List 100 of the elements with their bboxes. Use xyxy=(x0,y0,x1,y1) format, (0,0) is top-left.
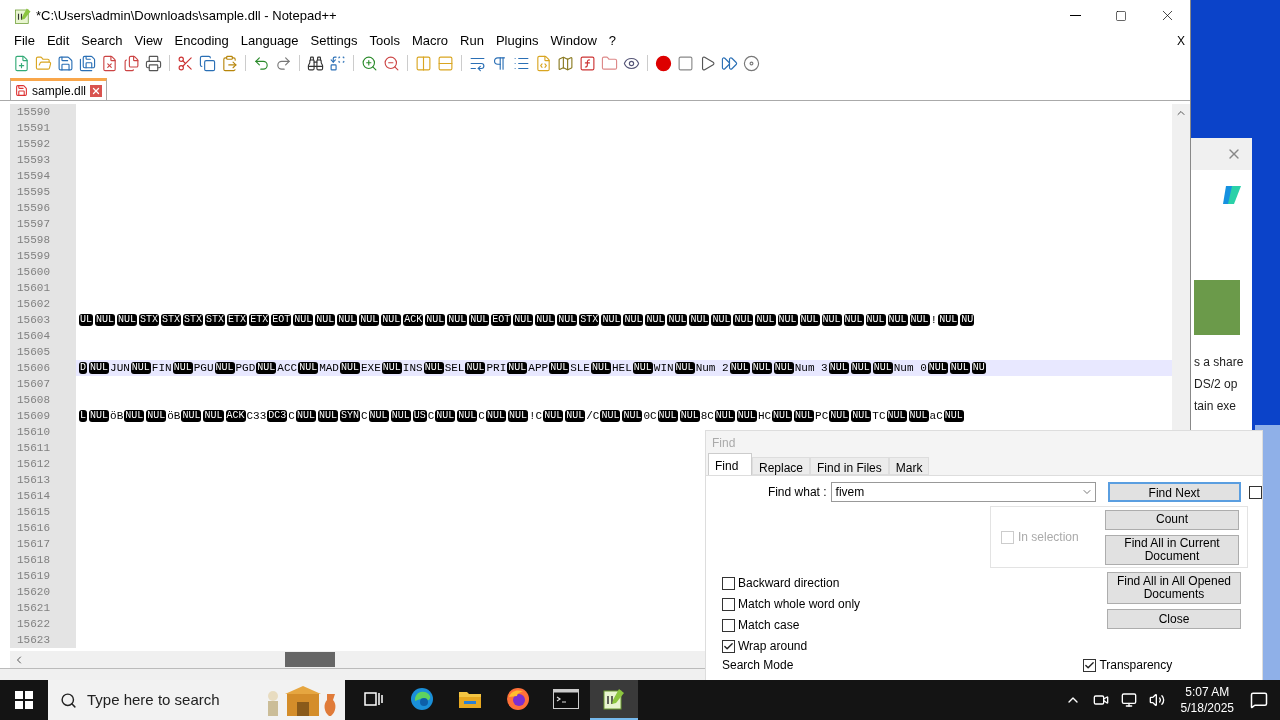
control-character: NUL xyxy=(368,410,389,422)
printer-icon[interactable] xyxy=(145,54,162,72)
line-number: 15622 xyxy=(10,616,76,632)
menu-item[interactable]: Run xyxy=(454,31,490,51)
control-character: EOT xyxy=(491,314,512,326)
clock[interactable]: 5:07 AM 5/18/2025 xyxy=(1176,684,1238,716)
control-character: NUL xyxy=(507,362,528,374)
control-character: NUL xyxy=(829,410,850,422)
map-icon[interactable] xyxy=(557,54,574,72)
notification-icon[interactable] xyxy=(1250,691,1268,709)
dialog-button[interactable]: Find All in Current Document xyxy=(1105,534,1239,565)
menu-item[interactable]: Plugins xyxy=(489,31,545,51)
control-character: NUL xyxy=(565,410,586,422)
play-icon[interactable] xyxy=(699,54,716,72)
record-icon[interactable] xyxy=(655,54,672,72)
copy-icon[interactable] xyxy=(199,54,216,72)
menu-item[interactable]: Encoding xyxy=(168,31,235,51)
assistant-icon[interactable] xyxy=(1220,183,1244,207)
find-next-button[interactable]: Find Next xyxy=(1107,482,1241,502)
replace-icon[interactable] xyxy=(329,54,346,72)
menu-item[interactable]: File xyxy=(8,31,41,51)
code-text: INS xyxy=(402,360,423,376)
checkbox[interactable] xyxy=(1083,658,1097,672)
menu-item[interactable]: Settings xyxy=(304,31,364,51)
menu-item[interactable]: View xyxy=(128,31,169,51)
code-text: PGU xyxy=(193,360,214,376)
control-character: ETX xyxy=(227,314,248,326)
network-icon[interactable] xyxy=(1120,692,1137,708)
browser-icon xyxy=(410,687,434,711)
function-icon[interactable] xyxy=(579,54,596,72)
code-text: C xyxy=(288,408,295,424)
dialog-tab[interactable]: Find in Files xyxy=(810,457,889,475)
control-character: NUL xyxy=(927,362,948,374)
zoom-out-icon[interactable] xyxy=(383,54,400,72)
close-tab-icon[interactable] xyxy=(90,84,103,97)
undo-icon[interactable] xyxy=(253,54,270,72)
checkbox[interactable] xyxy=(722,576,735,590)
close-document-button[interactable]: X xyxy=(1177,32,1185,50)
menu-item[interactable]: Tools xyxy=(363,31,406,51)
close-all-icon[interactable] xyxy=(123,54,140,72)
close-file-icon[interactable] xyxy=(101,54,118,72)
search-field[interactable]: Type here to search xyxy=(48,680,345,720)
code-text: öB xyxy=(110,408,124,424)
code-text: FIN xyxy=(151,360,172,376)
file-tab[interactable]: sample.dll xyxy=(10,78,108,100)
camera-icon[interactable] xyxy=(1092,692,1109,708)
line-number: 15598 xyxy=(10,232,76,248)
dialog-button[interactable]: Count xyxy=(1105,509,1239,530)
dialog-button[interactable]: Find All in All Opened Documents xyxy=(1107,572,1241,604)
dialog-title: Find xyxy=(711,435,737,451)
line-number: 15599 xyxy=(10,248,76,264)
control-character: NUL xyxy=(317,410,338,422)
scissors-icon[interactable] xyxy=(177,54,194,72)
pilcrow-icon[interactable] xyxy=(491,54,508,72)
checkbox[interactable] xyxy=(722,639,735,653)
binoculars-icon[interactable] xyxy=(307,54,324,72)
dialog-tab[interactable]: Find xyxy=(708,453,752,475)
checkbox[interactable] xyxy=(722,618,735,632)
check-icon xyxy=(1084,659,1096,671)
control-character: NUL xyxy=(89,410,110,422)
control-character: NUL xyxy=(667,314,688,326)
scroll-thumb[interactable] xyxy=(285,652,335,667)
line-number: 15616 xyxy=(10,520,76,536)
volume-icon[interactable] xyxy=(1148,692,1165,708)
control-character: L xyxy=(79,410,87,422)
dialog-button[interactable]: Close xyxy=(1107,609,1241,629)
code-text: !C xyxy=(528,408,543,424)
control-character: EOT xyxy=(271,314,292,326)
line-number: 15603 xyxy=(10,312,76,328)
menu-item[interactable]: Window xyxy=(544,31,603,51)
dialog-tab[interactable]: Mark xyxy=(888,457,930,475)
find-what-combo[interactable]: fivem xyxy=(830,482,1096,502)
control-character: NUL xyxy=(381,314,402,326)
checkbox[interactable] xyxy=(1249,485,1262,499)
menu-item[interactable]: ? xyxy=(602,31,623,51)
dialog-tab[interactable]: Replace xyxy=(752,457,811,475)
menu-item[interactable]: Search xyxy=(75,31,129,51)
line-number: 15597 xyxy=(10,216,76,232)
redo-icon[interactable] xyxy=(275,54,292,72)
checkbox[interactable] xyxy=(722,597,735,611)
zoom-in-icon[interactable] xyxy=(361,54,378,72)
menu-item[interactable]: Edit xyxy=(40,31,76,51)
control-character: NUL xyxy=(390,410,411,422)
control-character: NUL xyxy=(124,410,145,422)
paste-icon[interactable] xyxy=(221,54,238,72)
code-text: APP xyxy=(528,360,549,376)
folder-icon[interactable] xyxy=(601,54,618,72)
menu-item[interactable]: Language xyxy=(234,31,305,51)
control-character: UL xyxy=(79,314,93,326)
control-character: NUL xyxy=(507,410,528,422)
taskbar-button[interactable] xyxy=(590,680,638,720)
control-character: NUL xyxy=(172,362,193,374)
save-icon[interactable] xyxy=(57,54,74,72)
code-text: PGD xyxy=(235,360,256,376)
save-all-icon[interactable] xyxy=(79,54,96,72)
line-number: 15602 xyxy=(10,296,76,312)
fast-forward-icon[interactable] xyxy=(721,54,738,72)
control-character: NUL xyxy=(794,410,815,422)
menu-item[interactable]: Macro xyxy=(405,31,455,51)
new-file-icon[interactable] xyxy=(13,54,30,72)
